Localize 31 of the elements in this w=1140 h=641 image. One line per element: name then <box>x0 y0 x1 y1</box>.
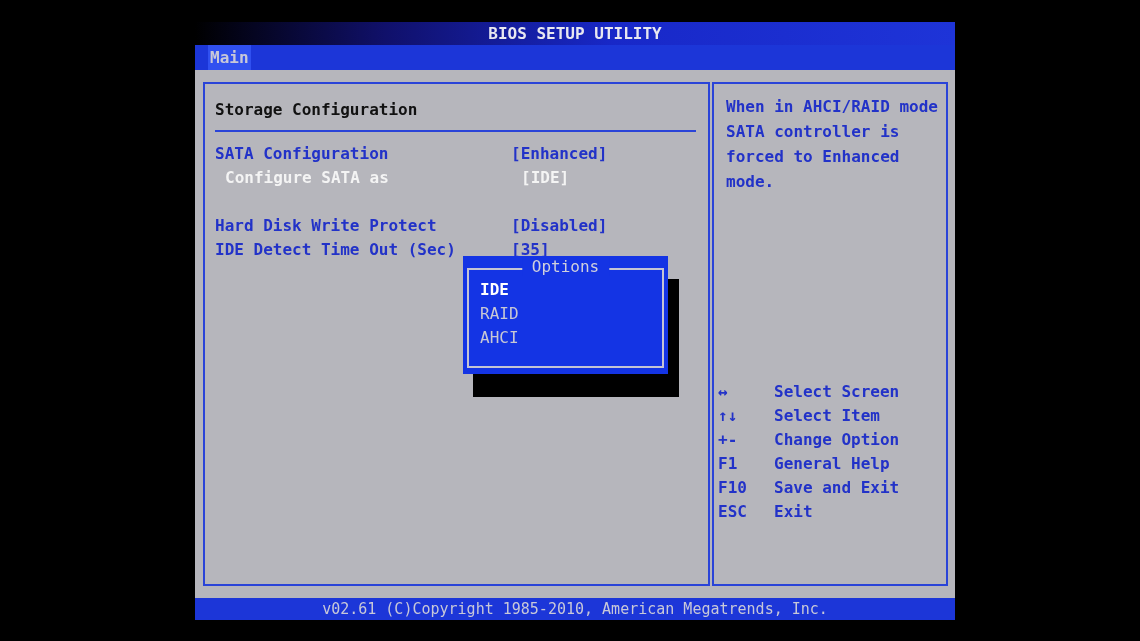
window-title: BIOS SETUP UTILITY <box>488 24 662 43</box>
help-text: When in AHCI/RAID mode SATA controller is forced to Enhanced mode. <box>726 96 939 193</box>
setting-value: [Disabled] <box>511 215 608 237</box>
option-item[interactable]: AHCI <box>480 326 668 350</box>
key-action: Save and Exit <box>774 477 900 499</box>
key-action: General Help <box>774 453 890 475</box>
key-name: ESC <box>718 501 748 523</box>
setting-value: [Enhanced] <box>511 143 608 165</box>
setting-label: Hard Disk Write Protect <box>215 215 438 237</box>
option-item[interactable]: RAID <box>480 302 668 326</box>
key-name: F10 <box>718 477 748 499</box>
tab[interactable]: Main <box>208 45 251 70</box>
popup-title: Options <box>521 257 610 276</box>
key-action: Exit <box>774 501 813 523</box>
setting-label: SATA Configuration <box>215 143 390 165</box>
setting-value: [IDE] <box>521 167 570 189</box>
option-item[interactable]: IDE <box>480 278 668 302</box>
setting-row[interactable]: Hard Disk Write Protect [Disabled] <box>215 214 696 238</box>
key-action: Change Option <box>774 429 900 451</box>
key-name: ↔ <box>718 381 729 403</box>
copyright-text: v02.61 (C)Copyright 1985-2010, American Megatrends, Inc. <box>322 600 828 618</box>
key-name: ↑↓ <box>718 405 739 427</box>
section-title: Storage Configuration <box>215 99 419 121</box>
setting-value: [35] <box>511 239 550 260</box>
setting-label: IDE Detect Time Out (Sec) <box>215 239 457 261</box>
key-name: +- <box>718 429 739 451</box>
setting-row[interactable]: SATA Configuration [Enhanced] <box>215 142 696 166</box>
key-name: F1 <box>718 453 739 475</box>
setting-label: Configure SATA as <box>224 167 390 189</box>
key-action: Select Screen <box>774 381 900 403</box>
key-action: Select Item <box>774 405 880 427</box>
